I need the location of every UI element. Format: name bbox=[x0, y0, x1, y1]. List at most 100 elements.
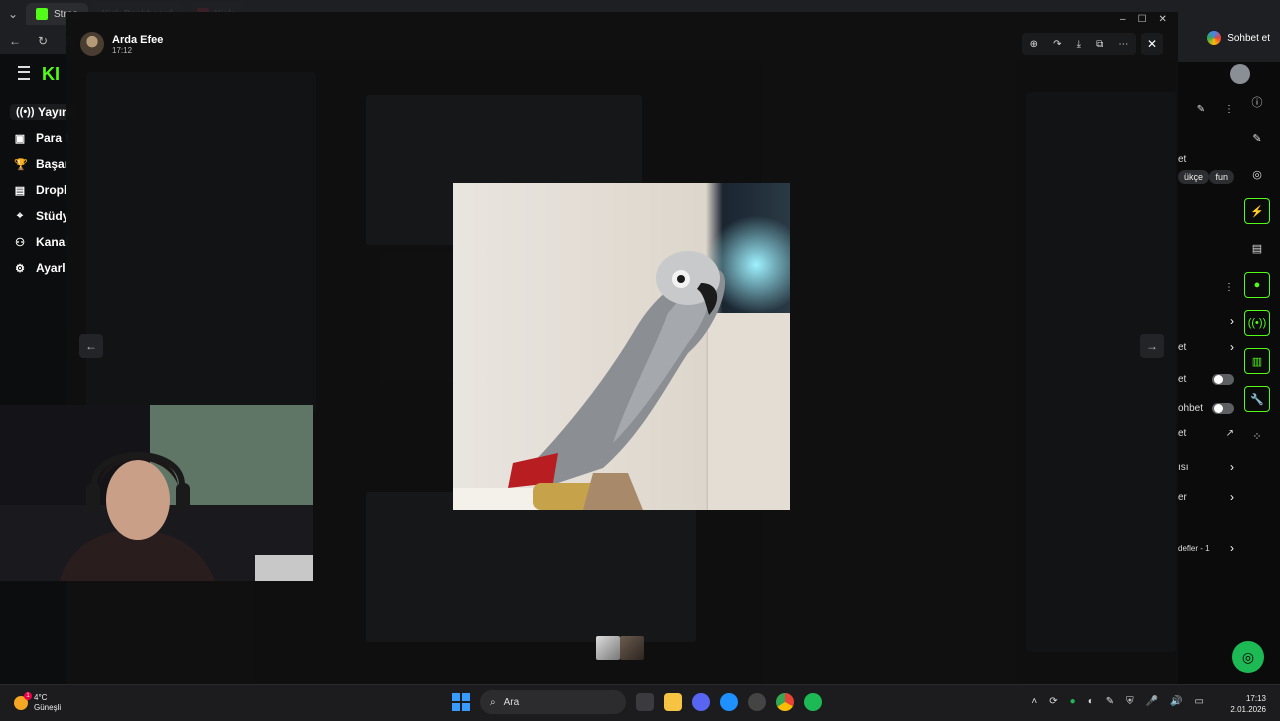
toggle-switch[interactable] bbox=[1212, 403, 1234, 414]
kick-logo[interactable]: KI bbox=[42, 64, 60, 85]
weather-widget[interactable]: 1 4°C Güneşli bbox=[14, 692, 61, 713]
trophy-icon: 🏆 bbox=[14, 158, 28, 171]
wrench-icon[interactable]: 🔧 bbox=[1244, 386, 1270, 412]
right-rail: ⓘ ✎ ◎ ⚡ ▤ ● ((•)) ▥ 🔧 ⁘ bbox=[1236, 90, 1278, 650]
tags-row: ükçe fun bbox=[1178, 170, 1234, 184]
more-icon[interactable]: ⋮ bbox=[1224, 282, 1234, 293]
forward-icon[interactable]: ↷ bbox=[1053, 39, 1061, 50]
nav-label: Para I bbox=[36, 131, 69, 145]
bolt-icon[interactable]: ⚡ bbox=[1244, 198, 1270, 224]
tag-chip[interactable]: fun bbox=[1209, 170, 1234, 184]
rp-row-hedefler[interactable]: defler - 1 › bbox=[1178, 541, 1234, 555]
webcam-feed bbox=[0, 405, 313, 581]
chevron-right-icon: › bbox=[1230, 490, 1234, 504]
post-time: 17:12 bbox=[112, 45, 133, 55]
viewed-image[interactable] bbox=[453, 183, 790, 510]
file-explorer-icon[interactable] bbox=[664, 693, 682, 711]
help-button[interactable]: ◎ bbox=[1232, 641, 1264, 673]
rp-row-toggle-2[interactable]: ohbet bbox=[1178, 403, 1234, 414]
pen-icon[interactable]: ✎ bbox=[1106, 696, 1114, 707]
maximize-icon[interactable]: ☐ bbox=[1138, 14, 1147, 25]
discord-icon[interactable] bbox=[692, 693, 710, 711]
previous-image-button[interactable]: ← bbox=[79, 334, 103, 358]
app-icon[interactable] bbox=[748, 693, 766, 711]
shield-icon[interactable]: ⛨ bbox=[1126, 696, 1134, 707]
edge-icon[interactable] bbox=[720, 693, 738, 711]
chevron-right-icon: › bbox=[1230, 460, 1234, 474]
rp-text: et bbox=[1178, 428, 1187, 439]
status-dot-icon[interactable]: ● bbox=[1070, 696, 1076, 707]
tag-chip[interactable]: ükçe bbox=[1178, 170, 1210, 184]
microphone-icon[interactable]: 🎤 bbox=[1146, 696, 1158, 707]
viewer-author: Arda Efee 17:12 bbox=[80, 32, 163, 56]
broadcast-icon[interactable]: ((•)) bbox=[1244, 310, 1270, 336]
rp-text: et bbox=[1178, 374, 1187, 385]
rp-row-chevron[interactable]: › bbox=[1178, 314, 1234, 328]
reload-icon[interactable]: ↻ bbox=[34, 32, 52, 50]
rp-row-si[interactable]: ısı › bbox=[1178, 460, 1234, 474]
kick-favicon-icon bbox=[36, 8, 48, 20]
more-icon[interactable]: ⋯ bbox=[1118, 39, 1128, 50]
taskbar-clock[interactable]: 17:13 2.01.2026 bbox=[1230, 693, 1266, 715]
parrot-photo bbox=[453, 183, 790, 510]
taskbar-search[interactable]: ⌕ Ara bbox=[480, 690, 626, 714]
zoom-icon[interactable]: ⊕ bbox=[1030, 39, 1038, 50]
rp-row-er[interactable]: er › bbox=[1178, 490, 1234, 504]
search-placeholder: Ara bbox=[503, 696, 520, 708]
volume-icon[interactable]: 🔊 bbox=[1170, 696, 1182, 707]
chevron-up-icon[interactable]: ˄ bbox=[1031, 696, 1037, 707]
gear-icon: ⚙ bbox=[15, 262, 25, 275]
tab-list-button[interactable]: ⌄ bbox=[4, 5, 22, 23]
author-avatar[interactable] bbox=[80, 32, 104, 56]
spotify-icon[interactable] bbox=[804, 693, 822, 711]
info-icon[interactable]: ⓘ bbox=[1245, 90, 1269, 114]
close-icon: ✕ bbox=[1146, 37, 1158, 51]
rp-row-link[interactable]: et ↗ bbox=[1178, 428, 1234, 439]
copilot-icon bbox=[1207, 31, 1222, 45]
next-image-button[interactable]: → bbox=[1140, 334, 1164, 358]
layout-icon[interactable]: ▥ bbox=[1244, 348, 1270, 374]
edit-icon[interactable]: ✎ bbox=[1197, 104, 1205, 115]
app-tray-icon[interactable]: ◐ bbox=[1088, 696, 1094, 707]
copilot-button[interactable]: Sohbet et bbox=[1207, 31, 1270, 45]
close-window-icon[interactable]: ✕ bbox=[1159, 14, 1167, 25]
download-icon[interactable]: ⤓ bbox=[1077, 39, 1081, 50]
window-controls: – ☐ ✕ bbox=[1120, 14, 1167, 25]
chat-icon[interactable]: ● bbox=[1244, 272, 1270, 298]
windows-start-icon[interactable] bbox=[452, 693, 470, 711]
money-icon: ▣ bbox=[14, 132, 26, 145]
back-icon[interactable]: ← bbox=[6, 32, 24, 50]
taskbar-apps: ⌕ Ara bbox=[452, 690, 822, 714]
rp-row-toggle-1[interactable]: et bbox=[1178, 374, 1234, 385]
notes-icon[interactable]: ▤ bbox=[1245, 236, 1269, 260]
thumbnail[interactable] bbox=[620, 636, 644, 660]
battery-icon[interactable]: ▭ bbox=[1195, 696, 1204, 707]
toggle-switch[interactable] bbox=[1212, 374, 1234, 385]
nav-label: Ayarl bbox=[36, 261, 66, 275]
studio-icon: ⌖ bbox=[16, 209, 24, 222]
author-name[interactable]: Arda Efee bbox=[112, 34, 163, 46]
rp-text: ohbet bbox=[1178, 403, 1204, 414]
chevron-right-icon: › bbox=[1230, 314, 1234, 328]
pencil-icon[interactable]: ✎ bbox=[1245, 126, 1269, 150]
rp-row-et[interactable]: et › bbox=[1178, 340, 1234, 354]
thumbnail[interactable] bbox=[596, 636, 620, 660]
nav-label: Başar bbox=[36, 157, 70, 171]
hamburger-menu-icon[interactable] bbox=[18, 66, 30, 80]
task-view-icon[interactable] bbox=[636, 693, 654, 711]
rp-text: er bbox=[1178, 491, 1187, 503]
minimize-icon[interactable]: – bbox=[1120, 14, 1126, 25]
dots-icon[interactable]: ⁘ bbox=[1245, 424, 1269, 448]
camera-icon[interactable]: ◎ bbox=[1245, 162, 1269, 186]
rp-text: et bbox=[1178, 341, 1187, 353]
taskbar: 1 4°C Güneşli ⌕ Ara ˄ ⟳ ● ◐ ✎ ⛨ 🎤 🔊 ▭ 17… bbox=[0, 684, 1280, 721]
user-avatar[interactable] bbox=[1230, 64, 1250, 84]
ghost-block bbox=[86, 72, 316, 412]
chrome-icon[interactable] bbox=[776, 693, 794, 711]
arrow-right-icon: → bbox=[1146, 339, 1158, 353]
open-external-icon[interactable]: ⧉ bbox=[1096, 39, 1103, 50]
panel-actions: ✎ ⋮ bbox=[1178, 104, 1234, 115]
sync-icon[interactable]: ⟳ bbox=[1049, 696, 1057, 707]
close-viewer-button[interactable]: ✕ bbox=[1141, 33, 1163, 55]
more-icon[interactable]: ⋮ bbox=[1224, 104, 1234, 115]
